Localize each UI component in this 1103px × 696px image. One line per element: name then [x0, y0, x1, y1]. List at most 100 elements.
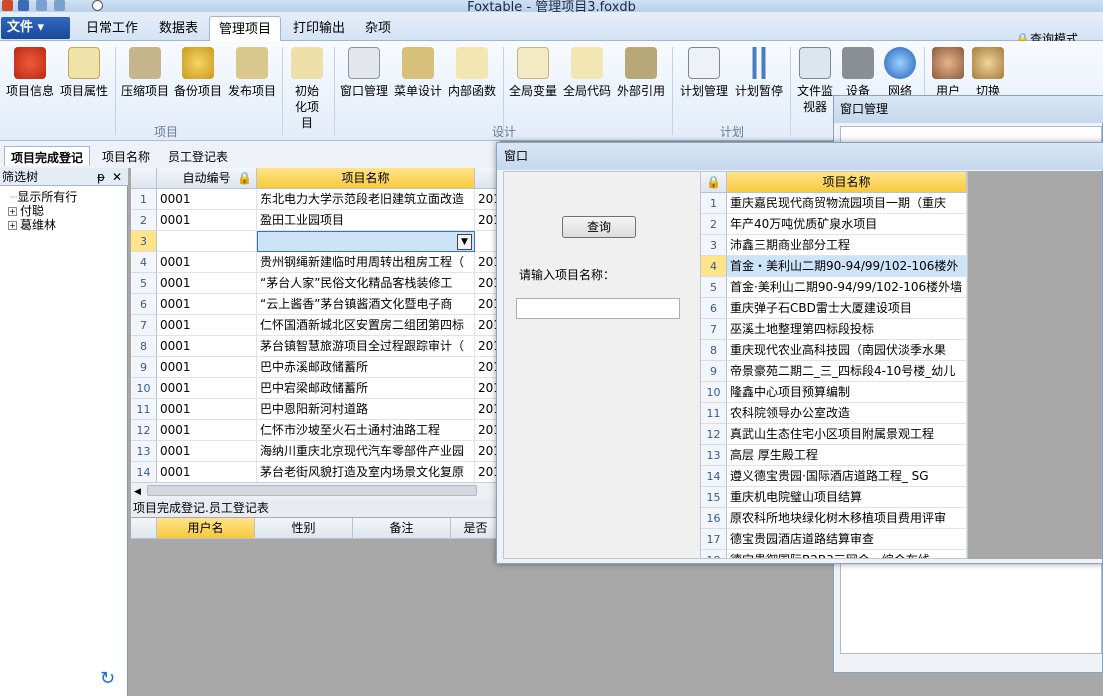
table-cell[interactable]: 东北电力大学示范段老旧建筑立面改造: [257, 189, 475, 210]
table-cell[interactable]: 仁怀国酒新城北区安置房二组团第四标: [257, 315, 475, 336]
table-cell[interactable]: 德宝贵园酒店道路结算审查: [727, 529, 967, 550]
table-cell[interactable]: [257, 231, 475, 252]
table-cell[interactable]: 0001: [157, 210, 257, 231]
table-cell[interactable]: 0001: [157, 189, 257, 210]
row-header[interactable]: 5: [131, 273, 157, 294]
column-header-gender[interactable]: 性别: [255, 518, 353, 539]
column-header-whether[interactable]: 是否: [451, 518, 501, 539]
dropdown-arrow-icon[interactable]: ▼: [457, 234, 472, 250]
row-header[interactable]: 9: [131, 357, 157, 378]
row-header[interactable]: 6: [701, 298, 727, 319]
network-button[interactable]: 网络: [880, 47, 920, 99]
file-monitor-button[interactable]: 文件监视器: [795, 47, 835, 115]
row-header[interactable]: 15: [701, 487, 727, 508]
project-name-grid[interactable]: 🔒 项目名称 1 重庆嘉民现代商贸物流园项目一期（重庆 2 年产40万吨优质矿泉水项目…: [700, 171, 968, 559]
table-cell[interactable]: 高层 厚生殿工程: [727, 445, 967, 466]
grid-corner[interactable]: [131, 518, 157, 539]
project-completion-grid[interactable]: 自动编号 🔒 项目名称 1 0001 东北电力大学示范段老旧建筑立面改造 201 2 000…: [131, 168, 501, 482]
close-icon[interactable]: ✕: [112, 168, 122, 186]
row-header[interactable]: 1: [131, 189, 157, 210]
table-cell[interactable]: 巫溪土地整理第四标段投标: [727, 319, 967, 340]
compress-project-button[interactable]: 压缩项目: [119, 47, 171, 99]
table-cell[interactable]: 0001: [157, 357, 257, 378]
query-button[interactable]: 查询: [562, 216, 636, 238]
column-header-username[interactable]: 用户名: [157, 518, 255, 539]
expand-icon[interactable]: +: [8, 221, 17, 230]
table-cell[interactable]: 盈田工业园项目: [257, 210, 475, 231]
row-header[interactable]: 1: [701, 193, 727, 214]
table-cell[interactable]: 仁怀市沙坡至火石土通村油路工程: [257, 420, 475, 441]
window-manager-button[interactable]: 窗口管理: [338, 47, 390, 99]
row-header[interactable]: 11: [701, 403, 727, 424]
row-header[interactable]: 11: [131, 399, 157, 420]
row-header[interactable]: 12: [701, 424, 727, 445]
device-button[interactable]: 设备: [838, 47, 878, 99]
row-header[interactable]: 4: [131, 252, 157, 273]
table-cell[interactable]: 原农科所地块绿化树木移植项目费用评审: [727, 508, 967, 529]
table-cell[interactable]: 重庆现代农业高科技园（南园伏淡季水果: [727, 340, 967, 361]
switch-user-button[interactable]: 切换: [968, 47, 1008, 99]
table-cell[interactable]: 巴中恩阳新河村道路: [257, 399, 475, 420]
row-header[interactable]: 16: [701, 508, 727, 529]
global-variables-button[interactable]: 全局变量: [507, 47, 559, 99]
internal-functions-button[interactable]: 内部函数: [446, 47, 498, 99]
external-reference-button[interactable]: 外部引用: [615, 47, 667, 99]
table-cell[interactable]: 贵州钢绳新建临时用周转出租房工程（: [257, 252, 475, 273]
menu-design-button[interactable]: 菜单设计: [392, 47, 444, 99]
row-header[interactable]: 3: [131, 231, 157, 252]
tab-project-completion[interactable]: 项目完成登记: [4, 146, 91, 166]
grid-corner[interactable]: 🔒: [701, 172, 727, 193]
users-button[interactable]: 用户: [928, 47, 968, 99]
row-header[interactable]: 6: [131, 294, 157, 315]
table-cell[interactable]: 0001: [157, 252, 257, 273]
schedule-pause-button[interactable]: 计划暂停: [733, 47, 785, 99]
tab-misc[interactable]: 杂项: [356, 16, 400, 41]
file-menu-button[interactable]: 文件 ▾: [1, 17, 70, 39]
row-header[interactable]: 5: [701, 277, 727, 298]
column-header-project-name[interactable]: 项目名称: [727, 172, 967, 193]
scrollbar-thumb[interactable]: [147, 485, 477, 496]
table-cell[interactable]: [157, 231, 257, 252]
table-cell[interactable]: 0001: [157, 336, 257, 357]
table-cell[interactable]: 真武山生态住宅小区项目附属景观工程: [727, 424, 967, 445]
tree-item-geweilin[interactable]: + 葛维林: [8, 218, 56, 232]
tab-data-tables[interactable]: 数据表: [150, 16, 207, 41]
expand-icon[interactable]: +: [8, 207, 17, 216]
table-cell[interactable]: 重庆机电院璧山项目结算: [727, 487, 967, 508]
project-properties-button[interactable]: 项目属性: [58, 47, 110, 99]
table-cell[interactable]: 重庆弹子石CBD雷士大厦建设项目: [727, 298, 967, 319]
global-code-button[interactable]: 全局代码: [561, 47, 613, 99]
refresh-icon[interactable]: ↻: [100, 668, 115, 689]
table-cell[interactable]: 首金・美利山二期90-94/99/102-106楼外: [727, 256, 967, 277]
employee-subgrid[interactable]: 用户名 性别 备注 是否: [131, 518, 501, 696]
project-info-button[interactable]: 项目信息: [4, 47, 56, 99]
table-cell[interactable]: 重庆嘉民现代商贸物流园项目一期（重庆: [727, 193, 967, 214]
row-header[interactable]: 14: [131, 462, 157, 482]
schedule-manager-button[interactable]: 计划管理: [678, 47, 730, 99]
table-cell[interactable]: 0001: [157, 441, 257, 462]
table-cell[interactable]: 年产40万吨优质矿泉水项目: [727, 214, 967, 235]
table-cell[interactable]: 海纳川重庆北京现代汽车零部件产业园: [257, 441, 475, 462]
backup-project-button[interactable]: 备份项目: [172, 47, 224, 99]
row-header[interactable]: 10: [701, 382, 727, 403]
publish-project-button[interactable]: 发布项目: [226, 47, 278, 99]
row-header[interactable]: 14: [701, 466, 727, 487]
scroll-left-icon[interactable]: ◀: [131, 487, 141, 497]
tab-daily-work[interactable]: 日常工作: [77, 16, 147, 41]
initialize-project-button[interactable]: 初始化项目: [286, 47, 328, 131]
tab-employee-register[interactable]: 员工登记表: [162, 146, 234, 166]
row-header[interactable]: 9: [701, 361, 727, 382]
table-cell[interactable]: 0001: [157, 462, 257, 482]
row-header[interactable]: 18: [701, 550, 727, 558]
row-header[interactable]: 4: [701, 256, 727, 277]
row-header[interactable]: 12: [131, 420, 157, 441]
row-header[interactable]: 8: [131, 336, 157, 357]
row-header[interactable]: 13: [701, 445, 727, 466]
row-header[interactable]: 17: [701, 529, 727, 550]
row-header[interactable]: 2: [701, 214, 727, 235]
row-header[interactable]: 3: [701, 235, 727, 256]
row-header[interactable]: 2: [131, 210, 157, 231]
row-header[interactable]: 7: [701, 319, 727, 340]
table-cell[interactable]: 遵义德宝贵园·国际酒店道路工程_ SG: [727, 466, 967, 487]
tab-manage-project[interactable]: 管理项目: [209, 16, 282, 42]
